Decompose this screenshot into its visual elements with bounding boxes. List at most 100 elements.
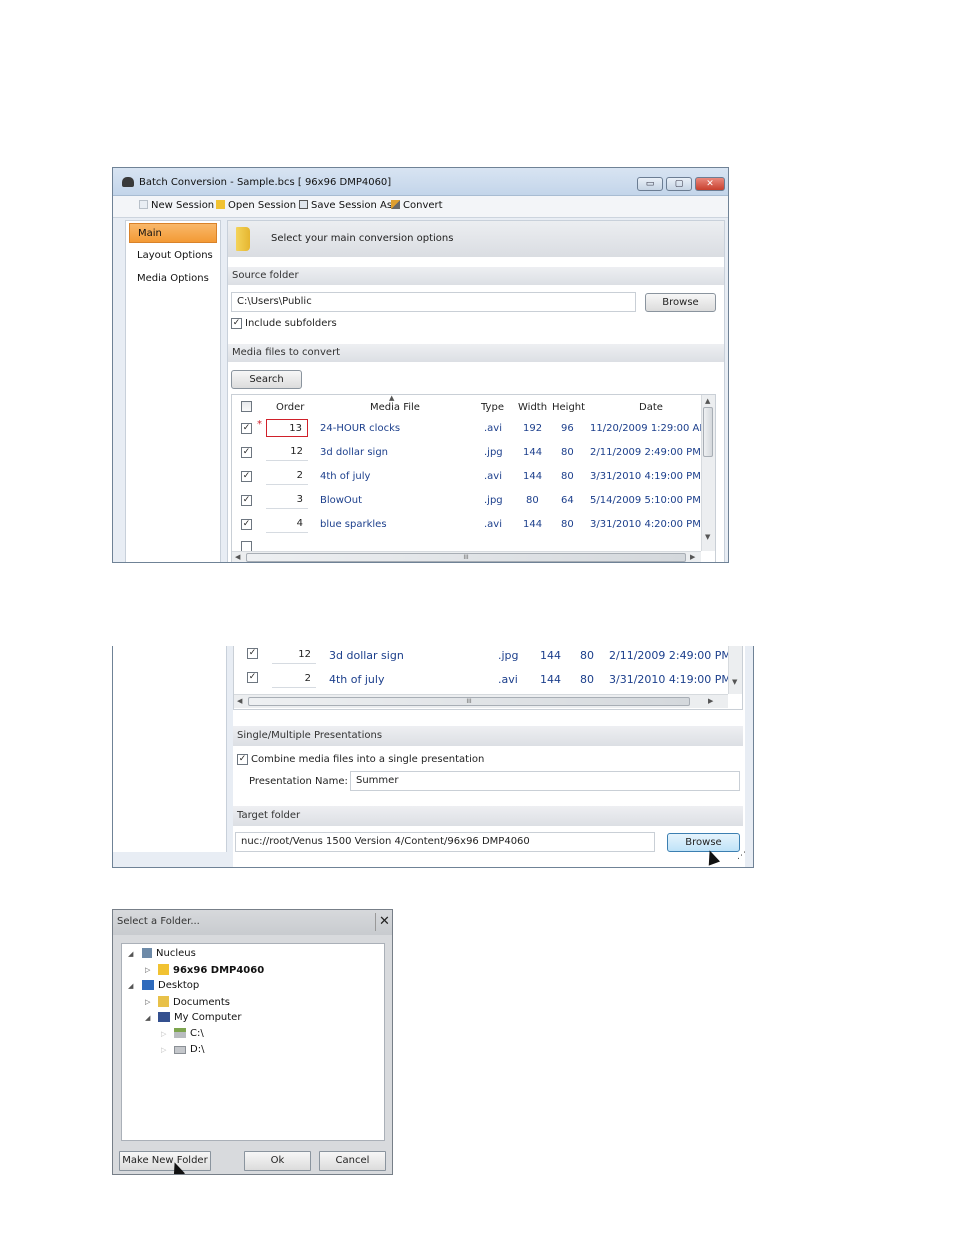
maximize-button[interactable]: ▢ [666,177,692,191]
select-all-checkbox[interactable] [241,401,252,412]
save-session-as-button[interactable]: Save Session As [299,200,392,211]
open-folder-icon [216,200,225,209]
media-file-name: 3d dollar sign [329,649,404,662]
row-checkbox[interactable]: ✓ [241,519,252,530]
tree-item-my-computer[interactable]: My Computer [158,1012,241,1023]
column-header-order[interactable]: Order [276,402,304,413]
media-files-grid: ✓ 12 3d dollar sign .jpg 144 80 2/11/200… [233,646,743,710]
close-button[interactable]: ✕ [695,177,725,191]
open-session-button[interactable]: Open Session [216,200,296,211]
scroll-down-icon[interactable]: ▼ [705,533,710,541]
order-input[interactable]: 2 [272,670,316,688]
grid-horizontal-scrollbar[interactable]: ◀ III ▶ [232,551,701,562]
row-checkbox[interactable]: ✓ [241,471,252,482]
convert-button[interactable]: Convert [391,200,443,211]
dialog-title: Select a Folder... [117,916,200,927]
title-bar: Batch Conversion - Sample.bcs [ 96x96 DM… [113,168,728,196]
wand-icon [391,200,400,209]
search-button[interactable]: Search [231,370,302,389]
tree-item-d-drive[interactable]: D:\ [174,1044,204,1055]
folder-icon [236,227,250,251]
scroll-left-icon[interactable]: ◀ [237,697,242,705]
horizontal-scroll-thumb[interactable]: III [246,553,686,562]
target-browse-button[interactable]: Browse [667,833,740,852]
include-subfolders-label: Include subfolders [245,318,337,329]
options-sidebar [113,646,227,852]
row-checkbox[interactable]: ✓ [247,648,258,659]
order-input[interactable]: 12 [272,646,316,664]
app-icon [122,177,134,187]
banner-text: Select your main conversion options [271,233,454,244]
horizontal-scroll-thumb[interactable]: III [248,697,690,706]
tree-item-96x96-dmp4060[interactable]: 96x96 DMP4060 [158,964,264,976]
media-file-name: 3d dollar sign [320,447,389,458]
source-folder-header: Source folder [228,267,724,285]
new-session-button[interactable]: New Session [139,200,214,211]
tree-item-nucleus[interactable]: Nucleus [142,948,196,959]
tree-item-label: Nucleus [156,948,196,959]
expand-icon[interactable]: ▷ [145,966,150,974]
row-checkbox[interactable]: ✓ [247,672,258,683]
dialog-title-bar: Select a Folder... ✕ [113,910,392,935]
media-file-date: 11/20/2009 1:29:00 AM [590,423,709,434]
tree-item-label: D:\ [190,1044,205,1055]
scroll-left-icon[interactable]: ◀ [235,553,240,561]
media-file-type: .avi [484,471,503,482]
media-file-name: blue sparkles [320,519,387,530]
grid-horizontal-scrollbar[interactable]: ◀ III ▶ [234,694,728,708]
media-file-height: 80 [561,447,574,458]
grid-vertical-scrollbar[interactable]: ▼ [728,646,742,694]
column-header-type[interactable]: Type [481,402,504,413]
order-input[interactable]: 4 [266,515,308,533]
options-sidebar: Main Layout Options Media Options [125,220,221,562]
new-session-label: New Session [151,200,215,211]
column-header-media-file[interactable]: Media File [370,402,420,413]
row-checkbox[interactable]: ✓ [241,423,252,434]
sidebar-item-media-options[interactable]: Media Options [129,269,217,289]
order-input[interactable]: 2 [266,467,308,485]
column-header-date[interactable]: Date [639,402,663,413]
sidebar-item-layout-options[interactable]: Layout Options [129,246,217,266]
column-header-width[interactable]: Width [518,402,547,413]
order-input[interactable]: 3 [266,491,308,509]
collapse-icon[interactable]: ◢ [128,950,133,958]
expand-icon[interactable]: ▷ [145,998,150,1006]
collapse-icon[interactable]: ◢ [128,982,133,990]
media-file-width: 80 [526,495,539,506]
expand-icon[interactable]: ▷ [161,1030,166,1038]
vertical-scroll-thumb[interactable] [703,407,713,457]
media-file-height: 64 [561,495,574,506]
sidebar-item-main[interactable]: Main [129,223,217,243]
grid-vertical-scrollbar[interactable]: ▲ ▼ [701,395,715,551]
row-checkbox[interactable]: ✓ [241,447,252,458]
scroll-down-icon[interactable]: ▼ [732,678,737,686]
collapse-icon[interactable]: ◢ [145,1014,150,1022]
scroll-up-icon[interactable]: ▲ [705,397,710,405]
source-folder-input[interactable]: C:\Users\Public [231,292,636,312]
presentation-name-input[interactable]: Summer [350,771,740,791]
order-input[interactable]: 12 [266,443,308,461]
scroll-right-icon[interactable]: ▶ [690,553,695,561]
dialog-close-icon[interactable]: ✕ [375,913,392,931]
media-file-type: .jpg [484,495,503,506]
cancel-button[interactable]: Cancel [319,1151,386,1171]
ok-button[interactable]: Ok [244,1151,311,1171]
media-files-grid: Order ▲ Media File Type Width Height Dat… [231,394,716,562]
include-subfolders-checkbox[interactable]: ✓ [231,318,242,329]
resize-grip-icon[interactable]: ⋰ [737,851,746,861]
tree-item-desktop[interactable]: Desktop [142,980,199,991]
column-header-height[interactable]: Height [552,402,585,413]
source-browse-button[interactable]: Browse [645,293,716,312]
media-file-width: 144 [540,673,561,686]
combine-presentation-checkbox[interactable]: ✓ [237,754,248,765]
make-new-folder-button[interactable]: Make New Folder [119,1151,211,1171]
target-folder-input[interactable]: nuc://root/Venus 1500 Version 4/Content/… [235,832,655,852]
tree-item-documents[interactable]: Documents [158,996,230,1008]
minimize-button[interactable]: ▭ [637,177,663,191]
media-file-date: 3/31/2010 4:19:00 PM [609,673,731,686]
row-checkbox[interactable]: ✓ [241,495,252,506]
scroll-right-icon[interactable]: ▶ [708,697,713,705]
expand-icon[interactable]: ▷ [161,1046,166,1054]
order-input-selected[interactable]: 13 [266,419,308,437]
tree-item-c-drive[interactable]: C:\ [174,1028,204,1039]
